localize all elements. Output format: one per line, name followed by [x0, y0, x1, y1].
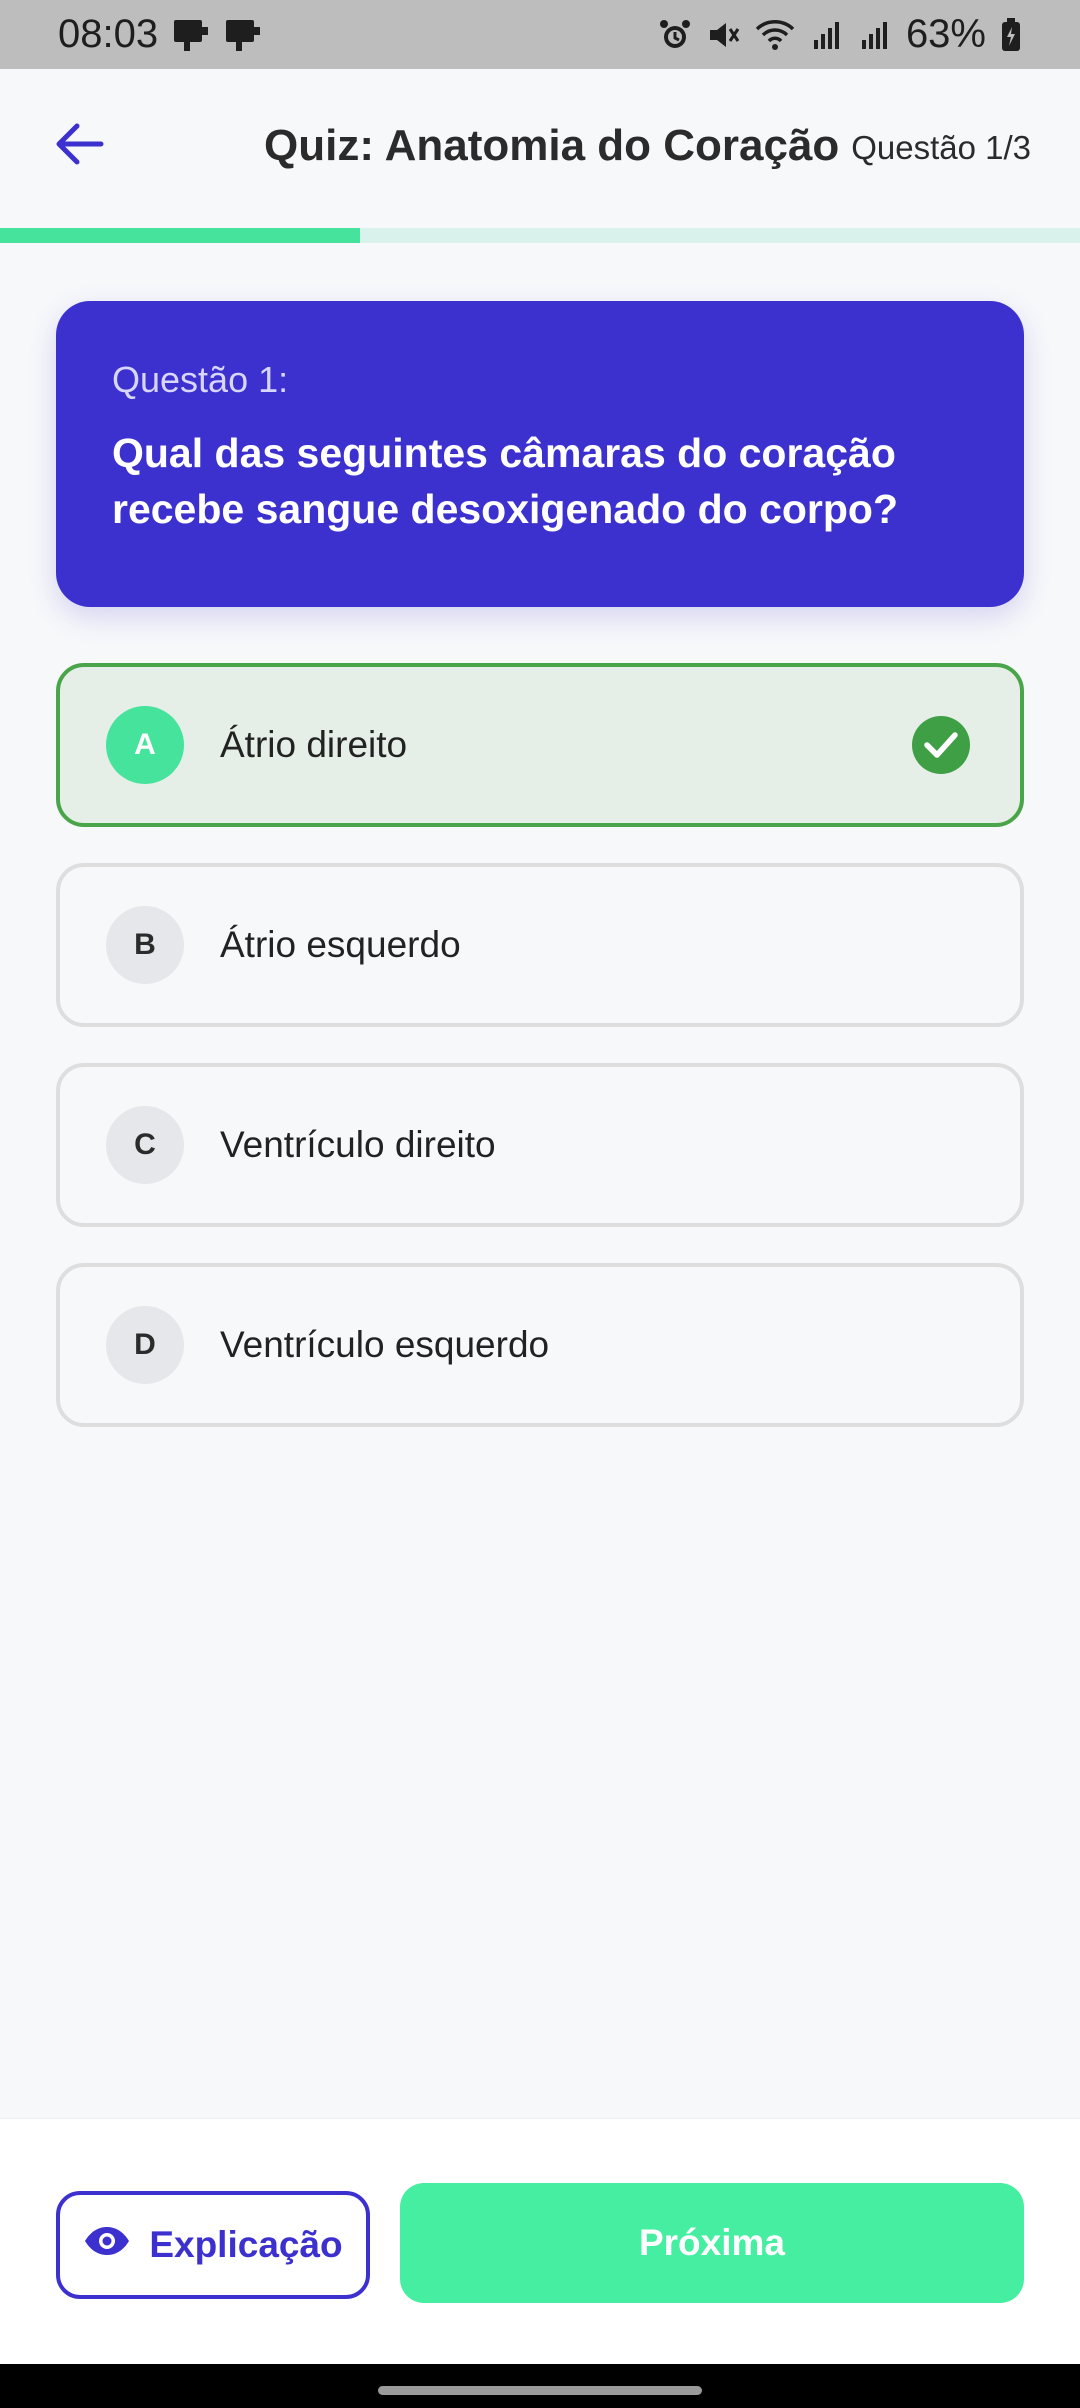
- option-label: Átrio esquerdo: [220, 924, 461, 965]
- wifi-icon: [754, 18, 796, 52]
- status-bar: 08:03 63%: [0, 0, 1080, 69]
- status-bar-left: 08:03: [58, 12, 262, 57]
- question-number: Questão 1:: [112, 359, 289, 400]
- quiz-progress-bar: [0, 228, 1080, 243]
- option-label: Ventrículo esquerdo: [220, 1324, 550, 1365]
- system-nav-bar: [0, 2364, 1080, 2408]
- battery-percent: 63%: [905, 12, 986, 56]
- option-letter-badge: D: [106, 1306, 184, 1384]
- option-label: Átrio direito: [220, 724, 408, 765]
- status-time: 08:03: [58, 12, 159, 56]
- option-letter-badge: C: [106, 1106, 184, 1184]
- page-title: Quiz: Anatomia do Coração: [264, 121, 840, 170]
- status-bar-right: 63%: [658, 12, 1022, 57]
- eye-icon: [83, 2224, 131, 2266]
- bottom-action-bar: Explicação Próxima: [0, 2118, 1080, 2364]
- check-circle-icon: [912, 716, 970, 774]
- option-letter-badge: A: [106, 706, 184, 784]
- arrow-left-icon: [53, 122, 105, 171]
- option-label: Ventrículo direito: [220, 1124, 496, 1165]
- question-counter: Questão 1/3: [851, 129, 1031, 166]
- answer-option-b[interactable]: B Átrio esquerdo: [56, 863, 1024, 1027]
- back-button[interactable]: [46, 113, 112, 179]
- notification-icon: [172, 17, 210, 53]
- answer-option-a[interactable]: A Átrio direito: [56, 663, 1024, 827]
- app-bar: Quiz: Anatomia do Coração Questão 1/3: [0, 69, 1080, 229]
- answer-option-c[interactable]: C Ventrículo direito: [56, 1063, 1024, 1227]
- notification-icon: [224, 17, 262, 53]
- battery-icon: [1000, 17, 1022, 53]
- question-card: Questão 1: Qual das seguintes câmaras do…: [56, 301, 1024, 607]
- explanation-button-label: Explicação: [149, 2224, 343, 2265]
- home-indicator[interactable]: [378, 2386, 702, 2395]
- quiz-progress-fill: [0, 228, 360, 243]
- mute-icon: [706, 18, 740, 52]
- answer-option-d[interactable]: D Ventrículo esquerdo: [56, 1263, 1024, 1427]
- question-text: Qual das seguintes câmaras do coração re…: [112, 430, 899, 532]
- next-button[interactable]: Próxima: [400, 2183, 1024, 2303]
- signal-icon: [858, 18, 892, 52]
- explanation-button[interactable]: Explicação: [56, 2191, 370, 2299]
- option-letter-badge: B: [106, 906, 184, 984]
- alarm-icon: [658, 18, 692, 52]
- signal-icon: [810, 18, 844, 52]
